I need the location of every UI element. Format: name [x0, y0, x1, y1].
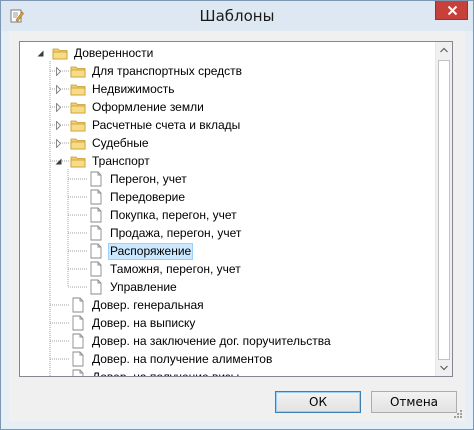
- close-button[interactable]: [435, 1, 468, 20]
- folder-icon: [70, 156, 86, 168]
- tree-item-label: Для транспортных средств: [92, 63, 243, 78]
- tree-item-label: Распоряжение: [108, 242, 194, 260]
- tree-folder-оформление-земли[interactable]: Оформление земли: [70, 98, 206, 116]
- vertical-scrollbar[interactable]: [435, 42, 452, 376]
- tree-item-label: Недвижимость: [92, 81, 175, 96]
- tree-item-label: Управление: [110, 279, 177, 294]
- ok-button[interactable]: ОК: [275, 391, 361, 413]
- collapsed-arrow-icon[interactable]: [54, 85, 63, 94]
- document-icon: [90, 189, 102, 205]
- tree-document-довер-генеральная[interactable]: Довер. генеральная: [70, 296, 206, 314]
- document-icon: [72, 351, 84, 367]
- resize-grip-icon[interactable]: [453, 409, 463, 419]
- folder-icon: [70, 138, 86, 150]
- expanded-arrow-icon[interactable]: [54, 157, 63, 166]
- tree-viewport: Доверенности Для транспортных средств Недв…: [20, 42, 434, 376]
- tree-document-покупка-перегон-учет[interactable]: Покупка, перегон, учет: [88, 206, 239, 224]
- tree-item-label: Перегон, учет: [110, 171, 187, 186]
- document-icon: [72, 315, 84, 331]
- tree-document-управление[interactable]: Управление: [88, 278, 179, 296]
- close-icon: [447, 5, 458, 16]
- template-tree[interactable]: Доверенности Для транспортных средств Недв…: [19, 41, 453, 377]
- scroll-up-icon[interactable]: [436, 42, 452, 59]
- tree-item-label: Довер. на выписку: [92, 315, 196, 330]
- dialog-client-area: Доверенности Для транспортных средств Недв…: [9, 31, 465, 421]
- expanded-arrow-icon[interactable]: [36, 49, 45, 58]
- tree-item-label: Транспорт: [92, 153, 150, 168]
- collapsed-arrow-icon[interactable]: [54, 139, 63, 148]
- tree-folder-транспорт[interactable]: Транспорт: [70, 152, 152, 170]
- collapsed-arrow-icon[interactable]: [54, 67, 63, 76]
- tree-item-label: Передоверие: [110, 189, 186, 204]
- tree-document-распоряжение[interactable]: Распоряжение: [88, 242, 194, 260]
- tree-folder-судебные[interactable]: Судебные: [70, 134, 151, 152]
- collapsed-arrow-icon[interactable]: [54, 121, 63, 130]
- tree-item-label: Довер. на заключение дог. поручительства: [92, 333, 331, 348]
- folder-icon: [70, 120, 86, 132]
- tree-item-label: Довер. генеральная: [92, 297, 204, 312]
- folder-icon: [52, 48, 68, 60]
- dialog-window: Шаблоны Доверенности Для транспортных сре…: [0, 0, 474, 430]
- document-icon: [90, 279, 102, 295]
- folder-icon: [70, 84, 86, 96]
- scrollbar-thumb[interactable]: [438, 60, 450, 360]
- cancel-button[interactable]: Отмена: [371, 391, 457, 413]
- tree-folder-доверенности[interactable]: Доверенности: [52, 44, 155, 62]
- document-icon: [72, 333, 84, 349]
- scroll-down-icon[interactable]: [436, 359, 452, 376]
- tree-item-label: Расчетные счета и вклады: [92, 117, 241, 132]
- tree-document-таможня-перегон-учет[interactable]: Таможня, перегон, учет: [88, 260, 243, 278]
- window-title: Шаблоны: [199, 7, 275, 25]
- tree-item-label: Покупка, перегон, учет: [110, 207, 237, 222]
- document-icon: [90, 225, 102, 241]
- document-icon: [72, 297, 84, 313]
- tree-item-label: Оформление земли: [92, 99, 204, 114]
- document-icon: [90, 261, 102, 277]
- tree-document-довер-на-выписку[interactable]: Довер. на выписку: [70, 314, 197, 332]
- tree-item-label: Таможня, перегон, учет: [110, 261, 241, 276]
- title-bar[interactable]: Шаблоны: [1, 1, 473, 31]
- tree-folder-расчетные-счета-и-вклады[interactable]: Расчетные счета и вклады: [70, 116, 242, 134]
- document-icon: [90, 207, 102, 223]
- tree-document-продажа-перегон-учет[interactable]: Продажа, перегон, учет: [88, 224, 243, 242]
- folder-icon: [70, 66, 86, 78]
- collapsed-arrow-icon[interactable]: [54, 103, 63, 112]
- tree-document-довер-на-получение-визы[interactable]: Довер. на получение визы: [70, 368, 241, 377]
- tree-item-label: Довер. на получение алиментов: [92, 351, 273, 366]
- tree-document-перегон-учет[interactable]: Перегон, учет: [88, 170, 189, 188]
- tree-item-label: Довер. на получение визы: [92, 369, 240, 377]
- tree-folder-для-транспортных-средств[interactable]: Для транспортных средств: [70, 62, 244, 80]
- tree-document-довер-на-получение-алиментов[interactable]: Довер. на получение алиментов: [70, 350, 274, 368]
- tree-document-передоверие[interactable]: Передоверие: [88, 188, 187, 206]
- tree-item-label: Продажа, перегон, учет: [110, 225, 242, 240]
- document-icon: [72, 369, 84, 376]
- tree-item-label: Доверенности: [74, 45, 154, 60]
- folder-icon: [70, 102, 86, 114]
- tree-document-довер-на-заключение-дог-поручительства[interactable]: Довер. на заключение дог. поручительства: [70, 332, 333, 350]
- document-icon: [90, 243, 102, 259]
- tree-folder-недвижимость[interactable]: Недвижимость: [70, 80, 177, 98]
- tree-item-label: Судебные: [92, 135, 149, 150]
- document-icon: [90, 171, 102, 187]
